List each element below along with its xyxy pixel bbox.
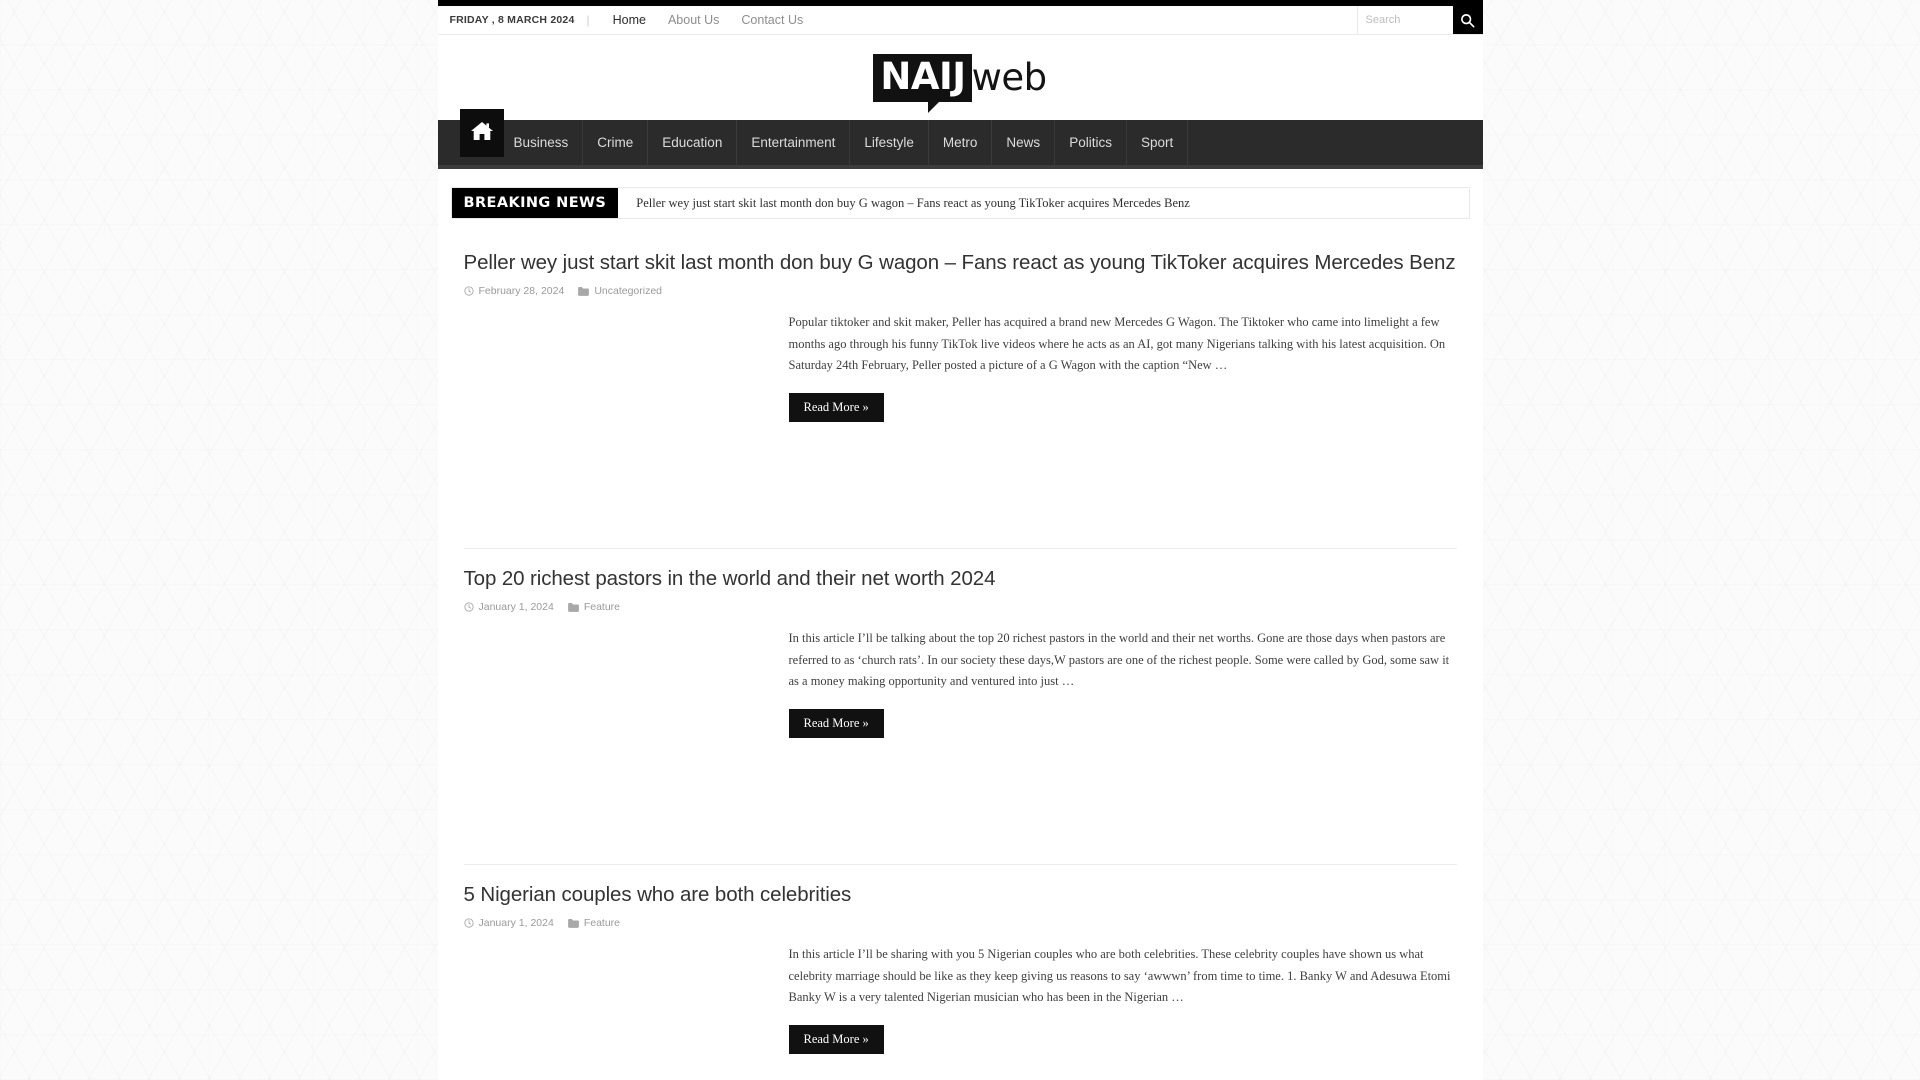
post-content: Popular tiktoker and skit maker, Peller … xyxy=(788,312,1457,492)
read-more-button[interactable]: Read More » xyxy=(788,1024,884,1054)
clock-icon xyxy=(463,286,474,296)
post-category-text: Feature xyxy=(583,917,620,930)
logo-mark: NAIJ xyxy=(873,53,972,113)
logo-text: web xyxy=(971,55,1048,99)
nav-item-crime[interactable]: Crime xyxy=(583,120,649,165)
post-category[interactable]: Uncategorized xyxy=(578,285,662,297)
search-icon xyxy=(1460,13,1475,28)
post-excerpt: In this article I’ll be talking about th… xyxy=(788,631,1450,689)
post-title[interactable]: Peller wey just start skit last month do… xyxy=(464,249,1457,276)
post-date-text: February 28, 2024 xyxy=(478,285,565,298)
post-date[interactable]: January 1, 2024 xyxy=(463,601,554,614)
breaking-news-label: BREAKING NEWS xyxy=(451,188,619,218)
folder-icon xyxy=(567,602,579,612)
breaking-news-bar: BREAKING NEWS Peller wey just start skit… xyxy=(450,187,1470,219)
nav-item-metro[interactable]: Metro xyxy=(929,120,993,165)
top-menu: Home About Us Contact Us xyxy=(602,0,815,34)
top-bar-right xyxy=(1356,6,1483,34)
nav-home-button[interactable] xyxy=(459,109,504,157)
post-category-text: Feature xyxy=(583,601,620,614)
clock-icon xyxy=(463,918,474,928)
post-meta: January 1, 2024 Feature xyxy=(463,601,1457,614)
current-date: FRIDAY , 8 MARCH 2024 xyxy=(449,14,575,26)
post-list: Peller wey just start skit last month do… xyxy=(438,219,1483,1080)
clock-icon xyxy=(463,602,474,612)
top-menu-item-home[interactable]: Home xyxy=(602,0,657,34)
post-excerpt: Popular tiktoker and skit maker, Peller … xyxy=(788,315,1446,373)
post-category[interactable]: Feature xyxy=(567,601,620,614)
post-item: Top 20 richest pastors in the world and … xyxy=(463,549,1457,866)
post-body: Popular tiktoker and skit maker, Peller … xyxy=(464,312,1457,492)
search-input[interactable] xyxy=(1356,6,1453,34)
nav-item-business[interactable]: Business xyxy=(500,120,584,165)
post-item: 5 Nigerian couples who are both celebrit… xyxy=(464,865,1457,1080)
post-spacer xyxy=(464,808,1457,864)
post-date-text: January 1, 2024 xyxy=(478,917,554,930)
post-meta: January 1, 2024 Feature xyxy=(463,917,1457,930)
main-navigation: Business Crime Education Entertainment L… xyxy=(437,109,1483,169)
nav-item-politics[interactable]: Politics xyxy=(1055,120,1127,165)
nav-item-lifestyle[interactable]: Lifestyle xyxy=(850,120,929,165)
folder-icon xyxy=(567,918,579,928)
search-button[interactable] xyxy=(1452,6,1483,34)
site-header: NAIJ web xyxy=(437,35,1483,120)
post-category[interactable]: Feature xyxy=(567,917,620,930)
post-title[interactable]: Top 20 richest pastors in the world and … xyxy=(464,565,1457,592)
post-content: In this article I’ll be talking about th… xyxy=(788,628,1457,808)
top-bar-left: FRIDAY , 8 MARCH 2024 | Home About Us Co… xyxy=(438,0,1357,34)
post-date-text: January 1, 2024 xyxy=(478,601,554,614)
post-thumbnail[interactable] xyxy=(464,628,789,808)
read-more-button[interactable]: Read More » xyxy=(788,708,884,738)
post-date[interactable]: February 28, 2024 xyxy=(463,285,565,298)
top-bar: FRIDAY , 8 MARCH 2024 | Home About Us Co… xyxy=(437,0,1483,35)
post-thumbnail[interactable] xyxy=(464,944,789,1080)
folder-icon xyxy=(578,286,590,296)
post-body: In this article I’ll be talking about th… xyxy=(464,628,1457,808)
post-item: Peller wey just start skit last month do… xyxy=(463,233,1457,550)
post-excerpt: In this article I’ll be sharing with you… xyxy=(788,947,1451,1005)
post-meta: February 28, 2024 Uncategorized xyxy=(463,285,1457,298)
post-body: In this article I’ll be sharing with you… xyxy=(464,944,1457,1080)
post-date[interactable]: January 1, 2024 xyxy=(463,917,554,930)
site-logo[interactable]: NAIJ web xyxy=(873,53,1048,113)
top-menu-item-contact-us[interactable]: Contact Us xyxy=(730,6,814,34)
breaking-news-headline[interactable]: Peller wey just start skit last month do… xyxy=(618,188,1190,218)
read-more-button[interactable]: Read More » xyxy=(788,392,884,422)
page-container: FRIDAY , 8 MARCH 2024 | Home About Us Co… xyxy=(437,0,1483,1080)
home-icon xyxy=(470,120,494,147)
nav-item-news[interactable]: News xyxy=(992,120,1056,165)
post-content: In this article I’ll be sharing with you… xyxy=(788,944,1457,1080)
top-menu-item-about-us[interactable]: About Us xyxy=(657,6,730,34)
post-category-text: Uncategorized xyxy=(594,285,663,298)
post-spacer xyxy=(464,492,1457,548)
nav-item-education[interactable]: Education xyxy=(648,120,738,165)
nav-item-sport[interactable]: Sport xyxy=(1127,120,1189,165)
nav-item-entertainment[interactable]: Entertainment xyxy=(737,120,851,165)
post-title[interactable]: 5 Nigerian couples who are both celebrit… xyxy=(464,881,1457,908)
top-bar-divider: | xyxy=(586,13,590,27)
post-thumbnail[interactable] xyxy=(464,312,789,492)
